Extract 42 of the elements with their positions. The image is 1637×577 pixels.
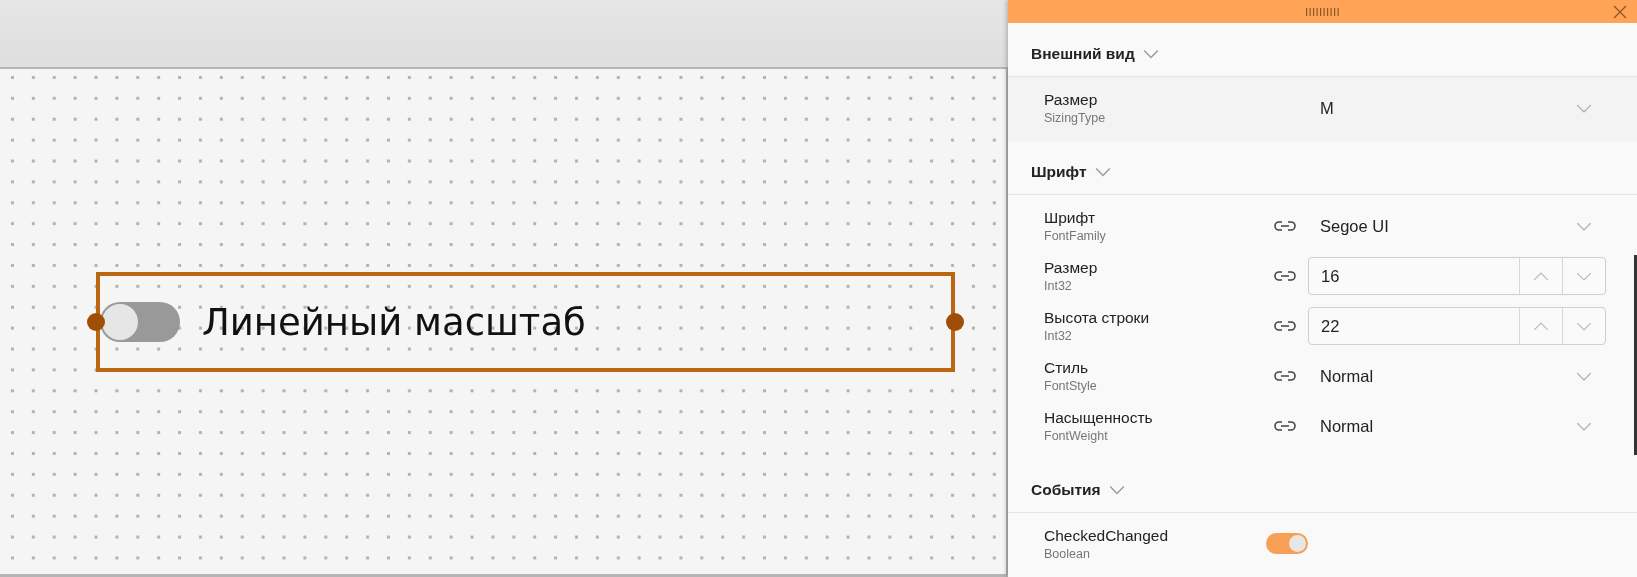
link-icon[interactable] — [1274, 320, 1296, 333]
chevron-down-icon — [1576, 371, 1592, 381]
property-name: Насыщенность — [1044, 409, 1154, 428]
scrollbar[interactable] — [1634, 255, 1637, 455]
chevron-down-icon — [1576, 221, 1592, 231]
property-type: Boolean — [1044, 547, 1091, 561]
resize-handle[interactable] — [87, 313, 105, 331]
property-name: CheckedChanged — [1044, 527, 1170, 545]
chevron-icon — [1142, 49, 1159, 60]
section-header[interactable]: Шрифт — [1008, 141, 1637, 196]
link-icon[interactable] — [1274, 420, 1296, 433]
link-icon[interactable] — [1274, 370, 1296, 383]
property-name: Размер — [1044, 91, 1099, 110]
close-icon[interactable] — [1613, 5, 1627, 19]
dropdown[interactable]: Segoe UI — [1308, 216, 1606, 236]
resize-handle[interactable] — [946, 313, 964, 331]
property-name: Шрифт — [1044, 209, 1096, 228]
drag-grip-icon[interactable] — [1304, 6, 1341, 17]
property-type: FontWeight — [1044, 429, 1109, 444]
dropdown[interactable]: Normal — [1308, 366, 1606, 386]
property-name: Стиль — [1044, 359, 1090, 378]
chevron-icon — [1094, 167, 1111, 178]
link-icon[interactable] — [1274, 270, 1296, 283]
property-type: FontStyle — [1044, 379, 1098, 394]
section-header[interactable]: События — [1008, 459, 1637, 513]
link-icon[interactable] — [1274, 220, 1296, 233]
toggle-label: Линейный масштаб — [202, 300, 586, 344]
property-type: FontFamily — [1044, 229, 1107, 244]
property-type: SizingType — [1044, 111, 1107, 126]
chevron-down-icon — [1576, 421, 1592, 431]
property-type: Int32 — [1044, 279, 1073, 294]
dropdown[interactable]: Normal — [1308, 416, 1606, 436]
chevron-down-icon — [1576, 103, 1592, 113]
dropdown[interactable]: M — [1308, 98, 1606, 118]
toggle-switch[interactable] — [100, 302, 180, 342]
property-name: Размер — [1044, 259, 1099, 278]
chevron-icon — [1108, 485, 1125, 495]
toggle-switch[interactable] — [1266, 533, 1308, 555]
panel-header[interactable] — [1008, 0, 1637, 24]
property-name: Высота строки — [1044, 309, 1151, 328]
selection-frame[interactable]: Линейный масштаб — [96, 272, 955, 372]
property-type: Int32 — [1044, 329, 1073, 344]
